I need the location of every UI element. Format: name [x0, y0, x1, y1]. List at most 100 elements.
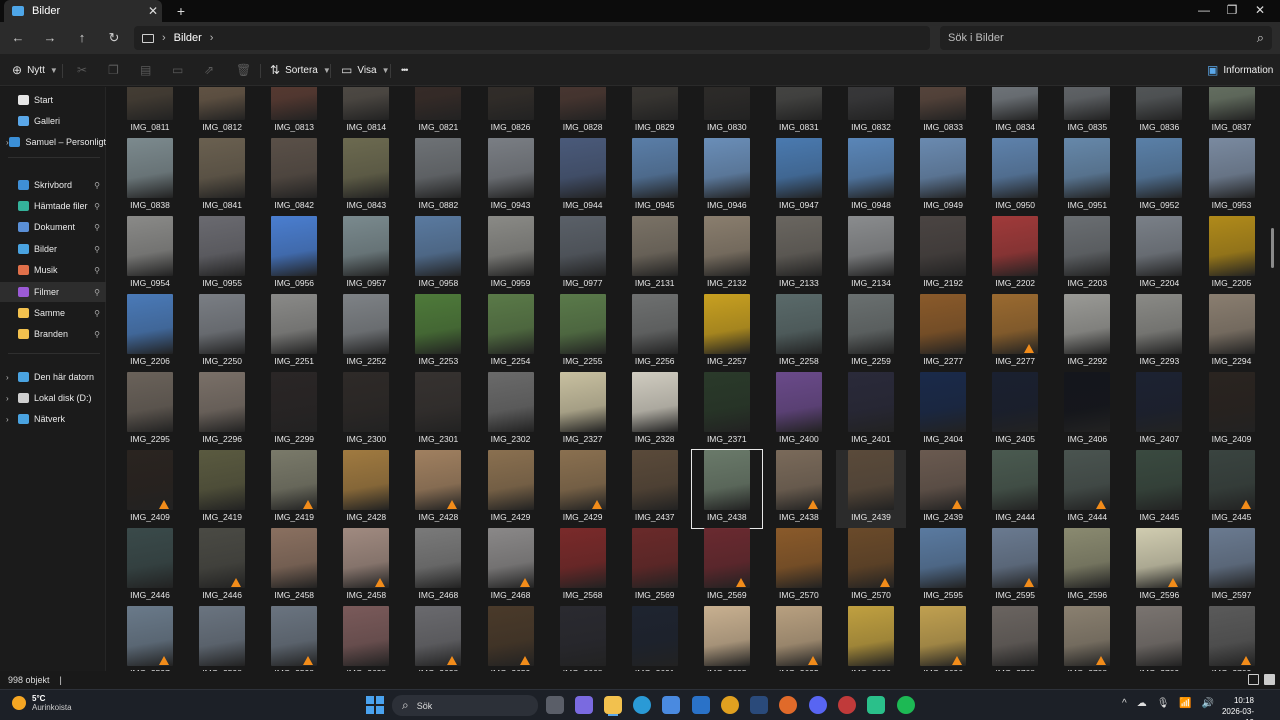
file-item[interactable]: IMG_2446	[115, 528, 185, 606]
file-item[interactable]: IMG_2277	[980, 294, 1050, 372]
file-item[interactable]: IMG_2132	[692, 216, 762, 294]
file-item[interactable]: IMG_0953	[1197, 138, 1267, 216]
file-item[interactable]: IMG_2253	[403, 294, 473, 372]
file-item[interactable]: IMG_2569	[692, 528, 762, 606]
wifi-icon[interactable]: 📶	[1179, 698, 1191, 709]
file-item[interactable]: IMG_0829	[620, 87, 690, 138]
discord-icon[interactable]	[809, 696, 827, 714]
file-item[interactable]: IMG_0951	[1052, 138, 1122, 216]
file-item[interactable]: IMG_2444	[1052, 450, 1122, 528]
file-item[interactable]: IMG_2439	[836, 450, 906, 528]
chevron-right-icon[interactable]: ›	[162, 32, 166, 44]
file-item[interactable]: IMG_2708	[1052, 606, 1122, 671]
file-item[interactable]: IMG_0841	[187, 138, 257, 216]
clock[interactable]: 10:18 2026-03-10	[1214, 695, 1254, 720]
sidebar-item-skrivbord[interactable]: Skrivbord ⚲	[0, 175, 106, 195]
sidebar-item-samme[interactable]: Samme ⚲	[0, 303, 106, 323]
file-item[interactable]: IMG_2628	[331, 606, 401, 671]
file-item[interactable]: IMG_0838	[115, 138, 185, 216]
file-item[interactable]: IMG_2202	[980, 216, 1050, 294]
file-item[interactable]: IMG_2696	[908, 606, 978, 671]
app-icon[interactable]	[867, 696, 885, 714]
file-item[interactable]: IMG_2328	[620, 372, 690, 450]
file-item[interactable]: IMG_2428	[331, 450, 401, 528]
file-item[interactable]: IMG_2468	[403, 528, 473, 606]
tray-overflow-icon[interactable]: ^	[1122, 698, 1127, 709]
file-item[interactable]: IMG_2445	[1197, 450, 1267, 528]
file-item[interactable]: IMG_2439	[908, 450, 978, 528]
file-item[interactable]: IMG_2400	[764, 372, 834, 450]
copy-button[interactable]: ❐	[108, 60, 119, 80]
file-explorer-icon[interactable]	[604, 696, 622, 714]
rename-button[interactable]: ▭	[172, 60, 183, 80]
file-item[interactable]: IMG_0959	[476, 216, 546, 294]
share-button[interactable]: ⇗	[204, 60, 214, 80]
file-item[interactable]: IMG_2429	[548, 450, 618, 528]
file-item[interactable]: IMG_0842	[259, 138, 329, 216]
file-item[interactable]: IMG_0947	[764, 138, 834, 216]
file-item[interactable]: IMG_2409	[115, 450, 185, 528]
file-item[interactable]: IMG_0952	[1124, 138, 1194, 216]
file-item[interactable]: IMG_0944	[548, 138, 618, 216]
file-item[interactable]: IMG_0945	[620, 138, 690, 216]
file-item[interactable]: IMG_2598	[259, 606, 329, 671]
file-item[interactable]: IMG_2597	[1197, 528, 1267, 606]
file-item[interactable]: IMG_2293	[1124, 294, 1194, 372]
file-item[interactable]: IMG_2659	[476, 606, 546, 671]
onedrive-tray-icon[interactable]: ☁	[1137, 698, 1147, 709]
file-item[interactable]: IMG_0828	[548, 87, 618, 138]
file-item[interactable]: IMG_2446	[187, 528, 257, 606]
file-item[interactable]: IMG_2568	[548, 528, 618, 606]
file-item[interactable]: IMG_2695	[692, 606, 762, 671]
back-button[interactable]: ←	[7, 28, 29, 48]
spotify-icon[interactable]	[897, 696, 915, 714]
file-item[interactable]: IMG_0836	[1124, 87, 1194, 138]
file-item[interactable]: IMG_0882	[403, 138, 473, 216]
file-item[interactable]: IMG_2401	[836, 372, 906, 450]
steam-icon[interactable]	[750, 696, 768, 714]
sidebar-item-lokal-disk-d[interactable]: › Lokal disk (D:)	[0, 388, 106, 408]
file-item[interactable]: IMG_2256	[620, 294, 690, 372]
file-item[interactable]: IMG_2296	[187, 372, 257, 450]
file-item[interactable]: IMG_0814	[331, 87, 401, 138]
sidebar-item-musik[interactable]: Musik ⚲	[0, 260, 106, 280]
file-item[interactable]: IMG_2709	[1197, 606, 1267, 671]
new-tab-button[interactable]: +	[172, 2, 190, 20]
file-item[interactable]: IMG_0832	[836, 87, 906, 138]
file-item[interactable]: IMG_2204	[1124, 216, 1194, 294]
file-item[interactable]: IMG_2569	[620, 528, 690, 606]
task-view-icon[interactable]	[546, 696, 564, 714]
start-icon[interactable]	[366, 696, 384, 714]
file-item[interactable]: IMG_2131	[620, 216, 690, 294]
file-item[interactable]: IMG_2277	[908, 294, 978, 372]
file-item[interactable]: IMG_2597	[115, 606, 185, 671]
file-item[interactable]: IMG_2708	[980, 606, 1050, 671]
file-item[interactable]: IMG_2258	[764, 294, 834, 372]
file-item[interactable]: IMG_2327	[548, 372, 618, 450]
file-item[interactable]: IMG_2302	[476, 372, 546, 450]
file-item[interactable]: IMG_0811	[115, 87, 185, 138]
sidebar-item-branden[interactable]: Branden ⚲	[0, 324, 106, 344]
edge-icon[interactable]	[633, 696, 651, 714]
breadcrumb-bilder[interactable]: Bilder	[174, 32, 202, 44]
file-item[interactable]: IMG_2205	[1197, 216, 1267, 294]
sidebar-item-dokument[interactable]: Dokument ⚲	[0, 217, 106, 237]
sidebar-item-den-här-datorn[interactable]: › Den här datorn	[0, 367, 106, 387]
new-button[interactable]: ⊕ Nytt ▼	[12, 60, 58, 80]
file-item[interactable]: IMG_2570	[764, 528, 834, 606]
outlook-icon[interactable]	[692, 696, 710, 714]
file-item[interactable]: IMG_0948	[836, 138, 906, 216]
file-item[interactable]: IMG_2405	[980, 372, 1050, 450]
file-item[interactable]: IMG_2292	[1052, 294, 1122, 372]
store-icon[interactable]	[662, 696, 680, 714]
file-item[interactable]: IMG_2709	[1124, 606, 1194, 671]
file-item[interactable]: IMG_2428	[403, 450, 473, 528]
file-item[interactable]: IMG_2259	[836, 294, 906, 372]
file-item[interactable]: IMG_2696	[836, 606, 906, 671]
expand-chevron-icon[interactable]: ›	[6, 415, 18, 424]
expand-chevron-icon[interactable]: ›	[6, 394, 18, 403]
file-item[interactable]: IMG_2133	[764, 216, 834, 294]
file-item[interactable]: IMG_0950	[980, 138, 1050, 216]
file-item[interactable]: IMG_0943	[476, 138, 546, 216]
up-button[interactable]: ↑	[71, 28, 93, 48]
